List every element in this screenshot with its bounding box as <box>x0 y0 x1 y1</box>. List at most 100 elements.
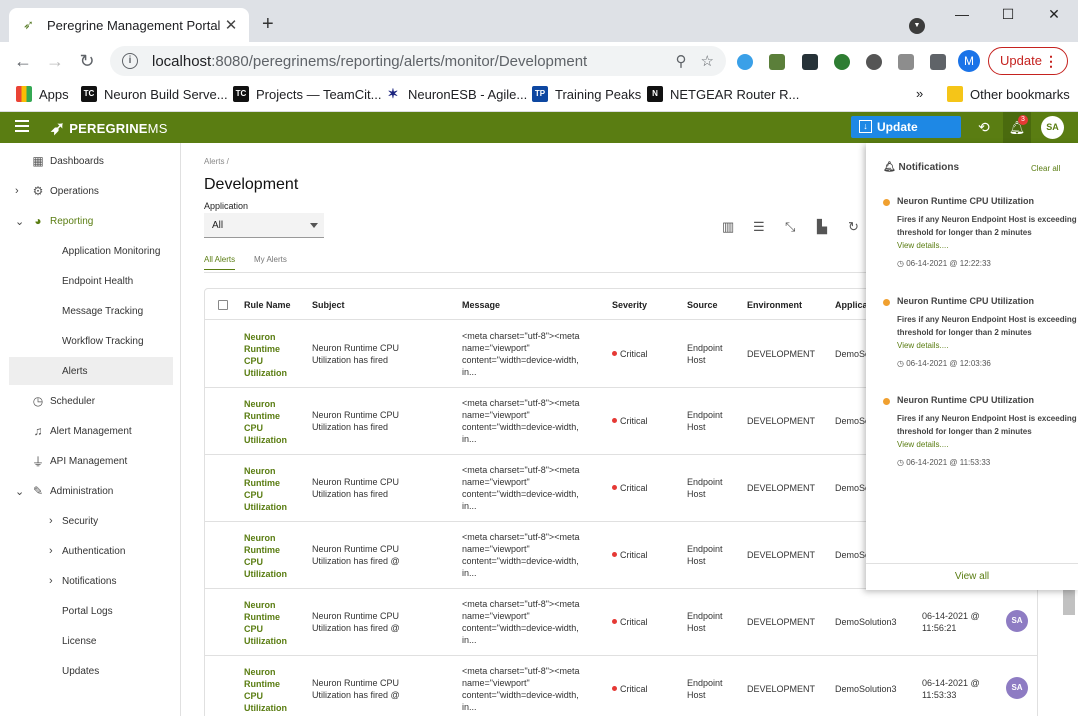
sidebar-item-license[interactable]: License <box>9 627 173 655</box>
column-subject[interactable]: Subject <box>312 300 345 310</box>
sidebar-item-workflow-tracking[interactable]: Workflow Tracking <box>9 327 173 355</box>
bar-chart-icon[interactable]: ▙ <box>817 219 827 235</box>
severity-badge: Critical <box>612 348 648 360</box>
table-row[interactable]: Neuron Runtime CPU Utilization Neuron Run… <box>205 589 1037 656</box>
breadcrumb[interactable]: Alerts / <box>204 157 229 166</box>
peregrine-logo[interactable]: ➶ PEREGRINE MS <box>50 117 168 139</box>
sidebar-item-endpoint-health[interactable]: Endpoint Health <box>9 267 173 295</box>
image-extension-icon[interactable] <box>769 54 785 70</box>
view-details-link[interactable]: View details.... <box>897 440 948 449</box>
sidebar-item-operations[interactable]: › ⚙ Operations <box>9 177 173 205</box>
filter-icon[interactable]: ☰ <box>753 219 765 235</box>
clear-all-link[interactable]: Clear all <box>1031 164 1060 173</box>
rule-name-link[interactable]: Neuron Runtime CPU Utilization <box>244 666 294 714</box>
back-icon[interactable]: ← <box>12 51 34 71</box>
neuron-icon: ✶ <box>385 86 401 102</box>
column-source[interactable]: Source <box>687 300 718 310</box>
browser-tab-strip: ➶ Peregrine Management Portal ✕ + ▼ — ☐ … <box>0 0 1078 42</box>
user-avatar[interactable]: SA <box>1006 677 1028 699</box>
notification-item[interactable]: Neuron Runtime CPU Utilization Fires if a… <box>883 395 1078 475</box>
view-details-link[interactable]: View details.... <box>897 241 948 250</box>
sidebar-item-administration[interactable]: ⌄ ✎ Administration <box>9 477 173 505</box>
close-window-icon[interactable]: ✕ <box>1039 6 1069 23</box>
notification-description: Fires if any Neuron Endpoint Host is exc… <box>897 215 1078 237</box>
user-avatar[interactable]: SA <box>1006 610 1028 632</box>
notification-item[interactable]: Neuron Runtime CPU Utilization Fires if a… <box>883 296 1078 376</box>
notification-item[interactable]: Neuron Runtime CPU Utilization Fires if a… <box>883 196 1078 276</box>
forward-icon[interactable]: → <box>44 51 66 71</box>
column-severity[interactable]: Severity <box>612 300 647 310</box>
menu-icon[interactable] <box>15 120 29 132</box>
bookmark-apps[interactable]: Apps <box>16 86 69 102</box>
sidebar-item-authentication[interactable]: › Authentication <box>9 537 173 565</box>
severity-badge: Critical <box>612 549 648 561</box>
b-extension-icon[interactable] <box>834 54 850 70</box>
tab-search-icon[interactable]: ▼ <box>909 18 925 34</box>
rule-name-link[interactable]: Neuron Runtime CPU Utilization <box>244 599 294 647</box>
browser-tab[interactable]: ➶ Peregrine Management Portal ✕ <box>9 8 249 42</box>
sidebar-item-api-management[interactable]: ⏚ API Management <box>9 447 173 475</box>
application-select[interactable]: All <box>204 213 324 238</box>
bookmark-netgear[interactable]: N NETGEAR Router R... <box>647 86 799 102</box>
sidebar-item-security[interactable]: › Security <box>9 507 173 535</box>
new-tab-button[interactable]: + <box>262 14 274 34</box>
close-tab-icon[interactable]: ✕ <box>223 16 239 34</box>
apps-icon <box>16 86 32 102</box>
tab-all-alerts[interactable]: All Alerts <box>204 255 236 270</box>
puzzle-extensions-icon[interactable] <box>930 54 946 70</box>
site-info-icon[interactable]: i <box>122 53 138 69</box>
profile-avatar[interactable]: M <box>958 50 980 72</box>
column-message[interactable]: Message <box>462 300 500 310</box>
bookmark-projects-teamcity[interactable]: TC Projects — TeamCit... <box>233 86 381 102</box>
bookmark-star-icon[interactable]: ☆ <box>701 52 714 70</box>
rule-name-link[interactable]: Neuron Runtime CPU Utilization <box>244 331 294 379</box>
column-environment[interactable]: Environment <box>747 300 802 310</box>
bookmark-training-peaks[interactable]: TP Training Peaks <box>532 86 641 102</box>
refresh-icon[interactable]: ↻ <box>848 219 859 235</box>
bookmark-neuronesb-agile[interactable]: ✶ NeuronESB - Agile... <box>385 86 527 102</box>
select-all-checkbox[interactable] <box>218 300 228 310</box>
history-icon[interactable]: ⟲ <box>978 119 990 136</box>
circle-extension-icon[interactable] <box>866 54 882 70</box>
sidebar-item-dashboards[interactable]: ▦ Dashboards <box>9 147 173 175</box>
sidebar-item-notifications[interactable]: › Notifications <box>9 567 173 595</box>
compress-icon[interactable]: ⤡ <box>785 219 795 235</box>
notifications-bell-button[interactable]: 🔔︎ 3 <box>1003 112 1031 143</box>
view-all-link[interactable]: View all <box>866 563 1078 590</box>
url-text[interactable]: localhost:8080/peregrinems/reporting/ale… <box>152 53 662 70</box>
t-extension-icon[interactable] <box>898 54 914 70</box>
column-rule-name[interactable]: Rule Name <box>244 300 291 310</box>
tab-my-alerts[interactable]: My Alerts <box>254 255 287 264</box>
sidebar-item-portal-logs[interactable]: Portal Logs <box>9 597 173 625</box>
rule-name-link[interactable]: Neuron Runtime CPU Utilization <box>244 465 294 513</box>
sidebar-item-reporting[interactable]: ⌄ ◕ Reporting <box>9 207 173 235</box>
bookmark-neuron-build[interactable]: TC Neuron Build Serve... <box>81 86 228 102</box>
update-available-button[interactable]: ↓ Update Available <box>851 116 961 156</box>
sidebar-item-application-monitoring[interactable]: Application Monitoring <box>9 237 173 265</box>
sidebar-item-alert-management[interactable]: ♫ Alert Management <box>9 417 173 445</box>
rule-name-link[interactable]: Neuron Runtime CPU Utilization <box>244 398 294 446</box>
address-bar[interactable]: i localhost:8080/peregrinems/reporting/a… <box>110 46 726 76</box>
sidebar-item-scheduler[interactable]: ◷ Scheduler <box>9 387 173 415</box>
sidebar-item-updates[interactable]: Updates <box>9 657 173 685</box>
zoom-icon[interactable]: ⚲ <box>676 52 687 70</box>
table-row[interactable]: Neuron Runtime CPU Utilization Neuron Run… <box>205 656 1037 716</box>
view-details-link[interactable]: View details.... <box>897 341 948 350</box>
notifications-panel: 🔔︎ Notifications Clear all Neuron Runtim… <box>866 143 1078 590</box>
browser-menu-icon[interactable]: ⋮ <box>1044 48 1058 74</box>
folder-icon <box>947 86 963 102</box>
cloud-extension-icon[interactable] <box>737 54 753 70</box>
reload-icon[interactable]: ↻ <box>76 51 98 71</box>
notification-time: ◷ 06-14-2021 @ 12:22:33 <box>897 259 991 268</box>
sidebar-item-alerts[interactable]: Alerts <box>9 357 173 385</box>
maximize-icon[interactable]: ☐ <box>993 6 1023 23</box>
user-avatar[interactable]: SA <box>1041 116 1064 139</box>
columns-icon[interactable]: ▥ <box>722 219 734 235</box>
sidebar-item-message-tracking[interactable]: Message Tracking <box>9 297 173 325</box>
other-bookmarks[interactable]: Other bookmarks <box>947 86 1070 102</box>
browser-update-button[interactable]: Update ⋮ <box>988 47 1068 75</box>
bookmarks-overflow-icon[interactable]: » <box>916 86 923 101</box>
x-extension-icon[interactable] <box>802 54 818 70</box>
rule-name-link[interactable]: Neuron Runtime CPU Utilization <box>244 532 294 580</box>
minimize-icon[interactable]: — <box>947 6 977 22</box>
